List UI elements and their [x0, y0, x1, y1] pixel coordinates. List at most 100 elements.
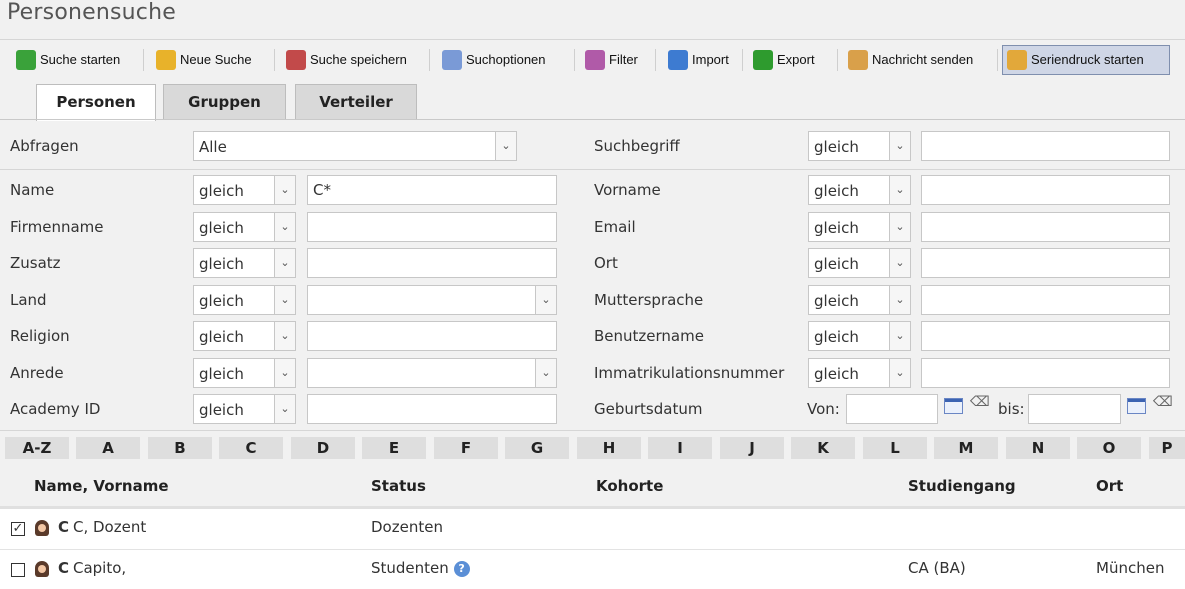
alpha-filter-c[interactable]: C — [219, 437, 283, 459]
alpha-filter-f[interactable]: F — [434, 437, 498, 459]
alpha-filter-d[interactable]: D — [291, 437, 355, 459]
anrede-select[interactable]: ⌄ — [307, 358, 557, 388]
help-icon[interactable]: ? — [453, 561, 470, 577]
vorname-operator-select[interactable]: gleich ⌄ — [808, 175, 911, 205]
alpha-filter-a[interactable]: A — [76, 437, 140, 459]
toolbar-separator — [143, 49, 144, 71]
import-button[interactable]: Import — [664, 45, 733, 75]
send-message-button[interactable]: Nachricht senden — [844, 45, 977, 75]
anrede-operator-select[interactable]: gleich ⌄ — [193, 358, 296, 388]
alpha-filter-n[interactable]: N — [1006, 437, 1070, 459]
ort-operator-select[interactable]: gleich ⌄ — [808, 248, 911, 278]
academy-id-label: Academy ID — [10, 400, 101, 418]
alpha-filter-i[interactable]: I — [648, 437, 712, 459]
name-input[interactable]: C* — [307, 175, 557, 205]
export-button[interactable]: Export — [749, 45, 819, 75]
table-row[interactable] — [0, 509, 1185, 549]
alpha-filter-g[interactable]: G — [505, 437, 569, 459]
vorname-label: Vorname — [594, 181, 661, 199]
tab-gruppen[interactable]: Gruppen — [163, 84, 286, 119]
ort-input[interactable] — [921, 248, 1170, 278]
chevron-down-icon: ⌄ — [274, 176, 295, 204]
land-label: Land — [10, 291, 47, 309]
row-checkbox[interactable] — [11, 563, 25, 577]
column-header-studiengang[interactable]: Studiengang — [908, 477, 1016, 495]
chevron-down-icon: ⌄ — [274, 322, 295, 350]
row-name[interactable]: Capito, — [73, 559, 126, 577]
birthdate-from-input[interactable] — [846, 394, 938, 424]
chevron-down-icon: ⌄ — [274, 359, 295, 387]
benutzername-input[interactable] — [921, 321, 1170, 351]
alpha-filter-h[interactable]: H — [577, 437, 641, 459]
eraser-icon[interactable]: ⌫ — [1153, 394, 1173, 410]
zusatz-label: Zusatz — [10, 254, 61, 272]
column-header-kohorte[interactable]: Kohorte — [596, 477, 663, 495]
religion-operator-select[interactable]: gleich ⌄ — [193, 321, 296, 351]
land-operator-select[interactable]: gleich ⌄ — [193, 285, 296, 315]
muttersprache-operator-select[interactable]: gleich ⌄ — [808, 285, 911, 315]
row-status: Dozenten — [371, 518, 443, 536]
filter-button[interactable]: Filter — [581, 45, 642, 75]
alpha-filter-o[interactable]: O — [1077, 437, 1141, 459]
alpha-filter-m[interactable]: M — [934, 437, 998, 459]
new-search-button[interactable]: Neue Suche — [152, 45, 256, 75]
suchbegriff-input[interactable] — [921, 131, 1170, 161]
benutzername-operator-select[interactable]: gleich ⌄ — [808, 321, 911, 351]
calendar-icon[interactable] — [944, 398, 963, 414]
eraser-icon[interactable]: ⌫ — [970, 394, 990, 410]
toolbar-separator — [742, 49, 743, 71]
alpha-filter-all[interactable]: A-Z — [5, 437, 69, 459]
alpha-filter-j[interactable]: J — [720, 437, 784, 459]
toolbar-separator — [655, 49, 656, 71]
alpha-filter-l[interactable]: L — [863, 437, 927, 459]
email-label: Email — [594, 218, 636, 236]
firmenname-label: Firmenname — [10, 218, 104, 236]
tab-personen[interactable]: Personen — [36, 84, 156, 121]
immatrikulationsnummer-input[interactable] — [921, 358, 1170, 388]
divider — [0, 39, 1185, 40]
table-row[interactable] — [0, 550, 1185, 589]
religion-input[interactable] — [307, 321, 557, 351]
alpha-filter-k[interactable]: K — [791, 437, 855, 459]
row-checkbox[interactable]: ✓ — [11, 522, 25, 536]
import-icon — [668, 50, 688, 70]
chevron-down-icon: ⌄ — [889, 286, 910, 314]
firmenname-operator-select[interactable]: gleich ⌄ — [193, 212, 296, 242]
von-label: Von: — [807, 400, 840, 418]
muttersprache-input[interactable] — [921, 285, 1170, 315]
academy-id-operator-select[interactable]: gleich ⌄ — [193, 394, 296, 424]
email-input[interactable] — [921, 212, 1170, 242]
toolbar-separator — [429, 49, 430, 71]
birthdate-to-input[interactable] — [1028, 394, 1121, 424]
calendar-icon[interactable] — [1127, 398, 1146, 414]
name-operator-select[interactable]: gleich ⌄ — [193, 175, 296, 205]
ort-label: Ort — [594, 254, 618, 272]
column-header-status[interactable]: Status — [371, 477, 426, 495]
column-header-ort[interactable]: Ort — [1096, 477, 1123, 495]
land-select[interactable]: ⌄ — [307, 285, 557, 315]
zusatz-operator-select[interactable]: gleich ⌄ — [193, 248, 296, 278]
alpha-filter-b[interactable]: B — [148, 437, 212, 459]
academy-id-input[interactable] — [307, 394, 557, 424]
search-options-button[interactable]: Suchoptionen — [438, 45, 550, 75]
save-search-icon — [286, 50, 306, 70]
start-mail-merge-button[interactable]: Seriendruck starten — [1002, 45, 1170, 75]
tab-verteiler[interactable]: Verteiler — [295, 84, 417, 119]
search-options-icon — [442, 50, 462, 70]
export-icon — [753, 50, 773, 70]
email-operator-select[interactable]: gleich ⌄ — [808, 212, 911, 242]
column-header-name[interactable]: Name, Vorname — [34, 477, 169, 495]
firmenname-input[interactable] — [307, 212, 557, 242]
start-search-button[interactable]: Suche starten — [12, 45, 124, 75]
immatrikulationsnummer-operator-select[interactable]: gleich ⌄ — [808, 358, 911, 388]
vorname-input[interactable] — [921, 175, 1170, 205]
suchbegriff-operator-select[interactable]: gleich ⌄ — [808, 131, 911, 161]
chevron-down-icon: ⌄ — [889, 132, 910, 160]
toolbar-separator — [997, 49, 998, 71]
row-name[interactable]: C, Dozent — [73, 518, 146, 536]
abfragen-select[interactable]: Alle ⌄ — [193, 131, 517, 161]
alpha-filter-e[interactable]: E — [362, 437, 426, 459]
save-search-button[interactable]: Suche speichern — [282, 45, 411, 75]
alpha-filter-p[interactable]: P — [1149, 437, 1185, 459]
zusatz-input[interactable] — [307, 248, 557, 278]
